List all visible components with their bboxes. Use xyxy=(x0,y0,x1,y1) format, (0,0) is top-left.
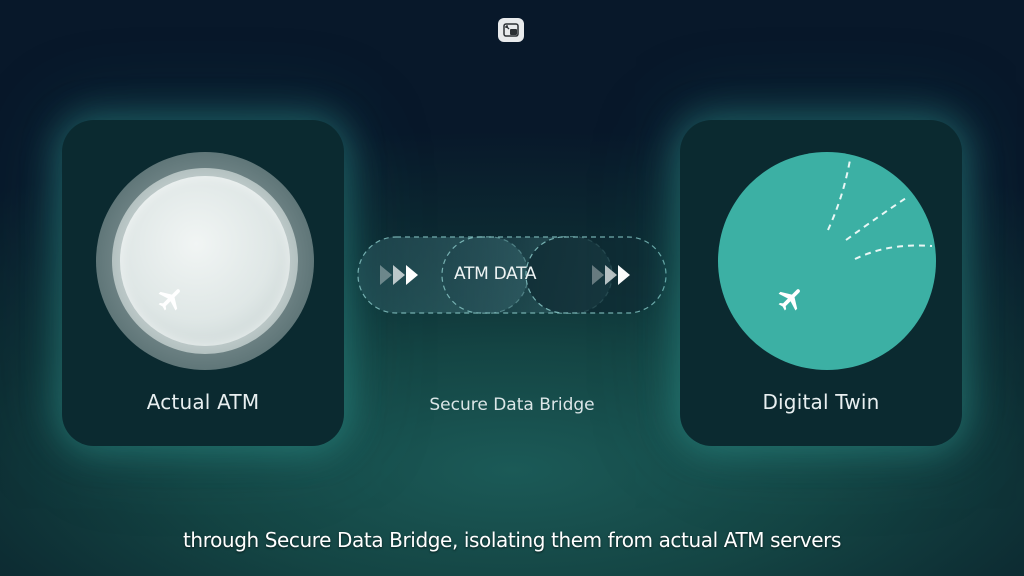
digital-twin-card: Digital Twin xyxy=(680,120,962,446)
secure-data-bridge-caption: Secure Data Bridge xyxy=(429,395,595,415)
secure-data-bridge: ATM DATA xyxy=(356,236,668,314)
digital-twin-label: Digital Twin xyxy=(762,390,880,414)
atm-data-label: ATM DATA xyxy=(454,264,537,284)
actual-atm-label: Actual ATM xyxy=(146,390,260,414)
airplane-icon xyxy=(778,289,800,311)
picture-in-picture-button[interactable] xyxy=(498,18,524,42)
actual-atm-card: Actual ATM xyxy=(62,120,344,446)
airplane-icon xyxy=(158,289,180,311)
picture-in-picture-icon xyxy=(503,23,519,37)
radar-inner-disc xyxy=(120,176,290,346)
radar-sweep-lines xyxy=(827,159,933,260)
video-subtitle: through Secure Data Bridge, isolating th… xyxy=(182,528,842,552)
